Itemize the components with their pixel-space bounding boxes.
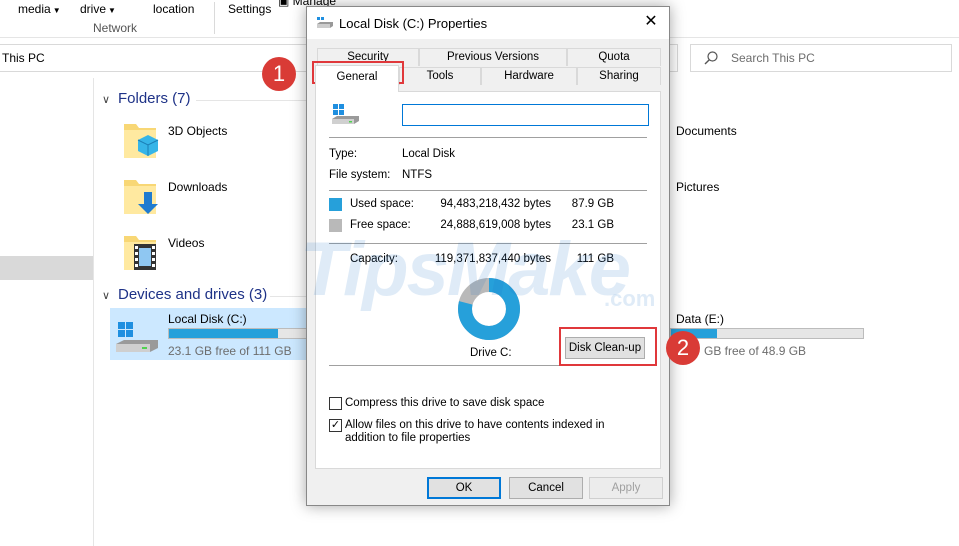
drive-caption: Drive C:: [470, 347, 512, 359]
index-checkbox[interactable]: ✓: [329, 419, 342, 432]
drive-free-text: 23.1 GB free of 111 GB: [168, 344, 292, 358]
dialog-titlebar[interactable]: Local Disk (C:) Properties ✕: [307, 7, 669, 39]
dialog-title: Local Disk (C:) Properties: [339, 16, 488, 31]
drive-usage-bar: [168, 328, 308, 339]
divider: [329, 190, 647, 191]
watermark: TipsMake: [300, 227, 631, 312]
folder-label[interactable]: Downloads: [168, 180, 227, 194]
drive-free-text: GB free of 48.9 GB: [704, 344, 807, 358]
search-placeholder: Search This PC: [731, 51, 815, 65]
tab-sharing[interactable]: Sharing: [577, 67, 661, 85]
used-space-swatch: [329, 198, 342, 211]
drive-name: Local Disk (C:): [168, 312, 247, 326]
tab-general[interactable]: General: [315, 65, 399, 92]
drive-icon: [116, 322, 158, 352]
ribbon-media[interactable]: media ▼: [18, 2, 61, 16]
navigation-pane: [0, 78, 94, 546]
folders-header[interactable]: ∨ Folders (7): [102, 90, 191, 107]
tab-previous-versions[interactable]: Previous Versions: [419, 48, 567, 66]
tab-tools[interactable]: Tools: [399, 67, 481, 85]
ribbon-settings[interactable]: Settings: [228, 2, 271, 16]
watermark-suffix: .com: [604, 286, 656, 311]
used-space-label: Used space:: [350, 198, 414, 210]
file-system-label: File system:: [329, 169, 391, 181]
drive-name-input[interactable]: [402, 104, 649, 126]
folder-label[interactable]: Documents: [676, 124, 737, 138]
section-divider: [196, 100, 306, 101]
compress-checkbox[interactable]: [329, 397, 342, 410]
step-badge-1: 1: [262, 57, 296, 91]
highlight-cleanup-button: [559, 327, 657, 366]
address-text: This PC: [2, 51, 45, 65]
type-value: Local Disk: [402, 148, 456, 160]
drive-usage-bar: [670, 328, 864, 339]
folder-label[interactable]: Videos: [168, 236, 204, 250]
search-input[interactable]: Search This PC: [690, 44, 952, 72]
compress-label[interactable]: Compress this drive to save disk space: [345, 397, 544, 409]
file-system-value: NTFS: [402, 169, 433, 181]
ribbon-location[interactable]: location: [153, 2, 194, 16]
tab-quota[interactable]: Quota: [567, 48, 661, 66]
videos-icon: [124, 236, 156, 270]
used-space-bytes: 94,483,218,432 bytes: [440, 198, 551, 210]
close-icon[interactable]: ✕: [637, 11, 665, 35]
index-label[interactable]: Allow files on this drive to have conten…: [345, 419, 645, 445]
nav-selected-item[interactable]: [0, 256, 93, 280]
apply-button[interactable]: Apply: [589, 477, 663, 499]
step-badge-2: 2: [666, 331, 700, 365]
drive-icon: [317, 17, 333, 28]
drive-name[interactable]: Data (E:): [676, 312, 724, 326]
divider: [329, 137, 647, 138]
devices-header[interactable]: ∨ Devices and drives (3): [102, 286, 267, 303]
drive-icon: [332, 104, 359, 124]
ok-button[interactable]: OK: [427, 477, 501, 499]
downloads-icon: [124, 180, 158, 214]
chevron-down-icon: ∨: [102, 94, 111, 106]
ribbon-separator: [214, 2, 215, 34]
3d-objects-icon: [124, 124, 159, 158]
folder-label[interactable]: 3D Objects: [168, 124, 227, 138]
chevron-down-icon: ∨: [102, 290, 111, 302]
ribbon-group-network: Network: [93, 21, 138, 35]
used-space-gb: 87.9 GB: [571, 198, 614, 210]
ribbon-drive[interactable]: drive ▼: [80, 2, 116, 16]
folder-label[interactable]: Pictures: [676, 180, 719, 194]
cancel-button[interactable]: Cancel: [509, 477, 583, 499]
search-icon: [704, 51, 718, 65]
type-label: Type:: [329, 148, 358, 160]
tab-hardware[interactable]: Hardware: [481, 67, 577, 85]
